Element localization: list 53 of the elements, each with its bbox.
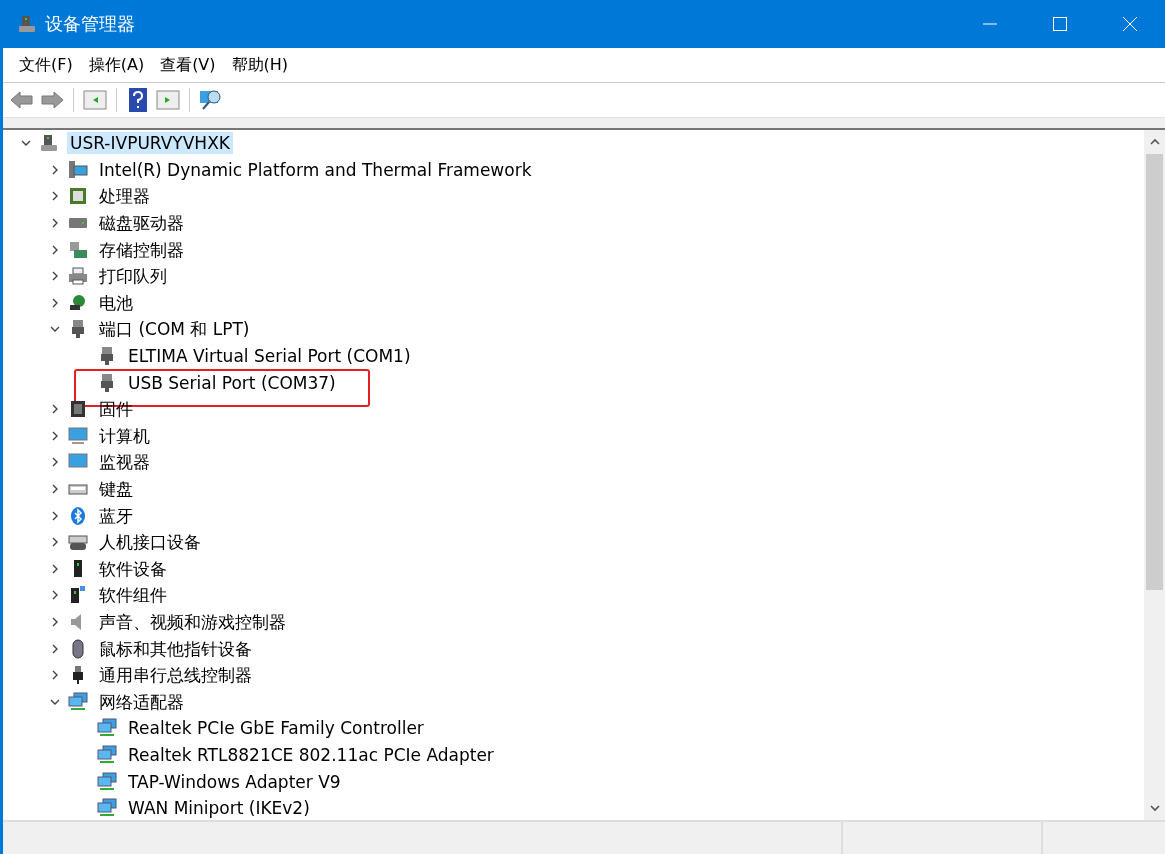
tree-item[interactable]: 存储控制器 xyxy=(96,238,187,261)
tree-item[interactable]: 软件设备 xyxy=(96,557,170,580)
tree-item[interactable]: 人机接口设备 xyxy=(96,531,204,554)
storage-icon xyxy=(68,239,88,260)
panel-left-icon[interactable] xyxy=(82,87,108,113)
tree-item[interactable]: 端口 (COM 和 LPT) xyxy=(96,318,253,341)
chip-icon xyxy=(68,186,88,207)
network-icon xyxy=(97,798,117,819)
chip-icon xyxy=(68,399,88,420)
tree-item[interactable]: 处理器 xyxy=(96,185,153,208)
computer-icon xyxy=(39,133,59,154)
tree-item[interactable]: 电池 xyxy=(96,291,136,314)
network-icon xyxy=(97,718,117,739)
tree-item[interactable]: USR-IVPURVYVHXK xyxy=(67,132,233,155)
battery-plug-icon xyxy=(68,292,88,313)
network-icon xyxy=(68,691,88,712)
tree-item[interactable]: TAP-Windows Adapter V9 xyxy=(125,770,344,793)
keyboard-gamepad-icon xyxy=(68,532,88,553)
tree-item[interactable]: Realtek RTL8821CE 802.11ac PCIe Adapter xyxy=(125,743,497,766)
tree-item[interactable]: 蓝牙 xyxy=(96,504,136,527)
menu-item[interactable]: 查看(V) xyxy=(154,50,222,80)
tree-item[interactable]: Realtek PCIe GbE Family Controller xyxy=(125,717,427,740)
bluetooth-icon xyxy=(68,505,88,526)
close-icon[interactable] xyxy=(1122,16,1138,32)
computer-icon xyxy=(17,14,37,34)
network-icon xyxy=(97,744,117,765)
tree-item[interactable]: USB Serial Port (COM37) xyxy=(125,371,339,394)
printer-icon xyxy=(68,266,88,287)
menu-item[interactable]: 帮助(H) xyxy=(225,50,295,80)
scrollbar-thumb[interactable] xyxy=(1146,154,1163,590)
tree-item[interactable]: 键盘 xyxy=(96,478,136,500)
tree-item[interactable]: Intel(R) Dynamic Platform and Thermal Framework xyxy=(96,158,535,181)
tree-item[interactable]: 网络适配器 xyxy=(96,690,187,713)
tree-item[interactable]: 通用串行总线控制器 xyxy=(96,664,255,687)
tree-item[interactable]: 磁盘驱动器 xyxy=(96,212,187,235)
tree-item[interactable]: 鼠标和其他指针设备 xyxy=(96,637,255,660)
tower-monitor-icon xyxy=(68,159,88,180)
tree-item[interactable]: 计算机 xyxy=(96,424,153,447)
tower-icon xyxy=(68,585,88,606)
menu-item[interactable]: 操作(A) xyxy=(82,50,151,80)
monitor-icon xyxy=(68,425,88,446)
tree-item[interactable]: 监视器 xyxy=(96,451,153,474)
scroll-down-icon[interactable] xyxy=(1148,802,1161,814)
network-icon xyxy=(97,771,117,792)
tree-item[interactable]: 打印队列 xyxy=(96,265,170,288)
tree-item[interactable]: 声音、视频和游戏控制器 xyxy=(96,611,289,633)
window-title: 设备管理器 xyxy=(45,12,136,36)
scrollbar-track[interactable] xyxy=(1144,130,1165,820)
tree-item[interactable]: 软件组件 xyxy=(96,584,170,607)
maximize-icon[interactable] xyxy=(1052,16,1068,32)
menu-item[interactable]: 文件(F) xyxy=(13,50,79,80)
tree-item[interactable]: WAN Miniport (IKEv2) xyxy=(125,797,313,820)
tree-item[interactable]: ELTIMA Virtual Serial Port (COM1) xyxy=(125,345,414,368)
